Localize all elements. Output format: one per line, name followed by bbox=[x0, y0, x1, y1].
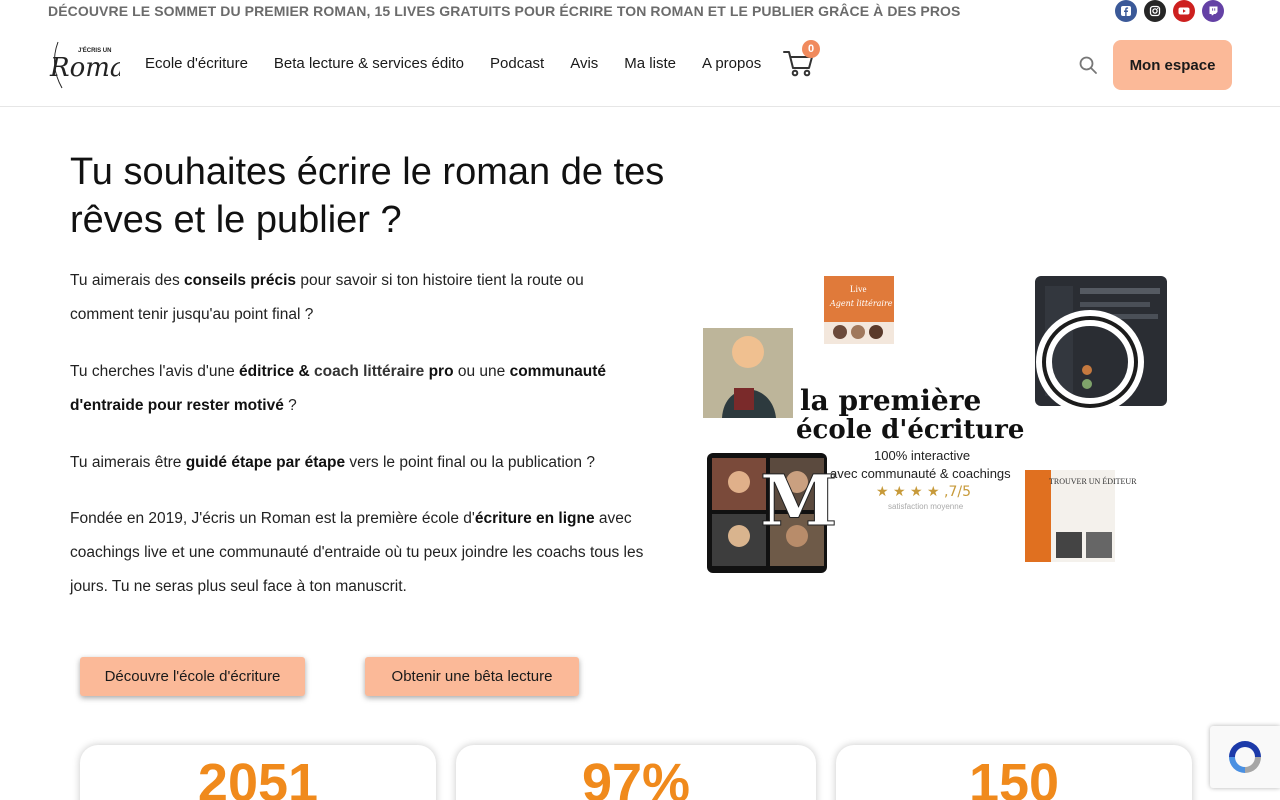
twitch-icon[interactable] bbox=[1202, 0, 1224, 22]
hero-paragraph-1: Tu aimerais des conseils précis pour sav… bbox=[70, 272, 584, 323]
coach-litteraire-link[interactable]: coach littéraire bbox=[314, 363, 424, 380]
youtube-icon[interactable] bbox=[1173, 0, 1195, 22]
collage-rating-label: satisfaction moyenne bbox=[888, 502, 964, 511]
nav-podcast[interactable]: Podcast bbox=[490, 55, 544, 72]
beta-reading-button[interactable]: Obtenir une bêta lecture bbox=[365, 657, 579, 696]
promo-collage: M TROUVER UN ÉDITEUR Live Agent littérai… bbox=[700, 270, 1180, 580]
stat-number: 2051 bbox=[197, 753, 319, 800]
account-button[interactable]: Mon espace bbox=[1113, 40, 1232, 90]
hero-paragraph-4: Fondée en 2019, J'écris un Roman est la … bbox=[70, 510, 644, 595]
discover-school-button[interactable]: Découvre l'école d'écriture bbox=[80, 657, 305, 696]
nav-ma-liste[interactable]: Ma liste bbox=[624, 55, 676, 72]
svg-text:Roman: Roman bbox=[49, 53, 120, 83]
collage-sub-2: avec communauté & coachings bbox=[830, 466, 1011, 481]
collage-rating: ★ ★ ★ ★ ,7/5 bbox=[876, 484, 971, 500]
stat-card-students: 2051 bbox=[80, 745, 436, 800]
hero-paragraph-3: Tu aimerais être guidé étape par étape v… bbox=[70, 454, 595, 471]
instagram-icon[interactable] bbox=[1144, 0, 1166, 22]
stat-number: 150 bbox=[968, 753, 1060, 800]
main-nav: Ecole d'écriture Beta lecture & services… bbox=[145, 55, 787, 72]
live-card-title: Agent littéraire bbox=[829, 299, 893, 308]
hero-paragraph-2: Tu cherches l'avis d'une éditrice & coac… bbox=[70, 363, 607, 414]
social-links bbox=[1115, 0, 1224, 22]
editor-card-title: TROUVER UN ÉDITEUR bbox=[1049, 476, 1137, 486]
stat-card-count: 150 bbox=[836, 745, 1192, 800]
nav-a-propos[interactable]: A propos bbox=[702, 55, 761, 72]
announcement-bar: DÉCOUVRE LE SOMMET DU PREMIER ROMAN, 15 … bbox=[0, 0, 1280, 24]
stat-card-satisfaction: 97% bbox=[456, 745, 816, 800]
cart-count-badge: 0 bbox=[802, 40, 820, 58]
nav-ecole-ecriture[interactable]: Ecole d'écriture bbox=[145, 55, 248, 72]
search-icon[interactable] bbox=[1078, 55, 1098, 75]
live-card-tag: Live bbox=[850, 284, 867, 294]
site-logo[interactable]: J'ÉCRIS UN Roman bbox=[48, 38, 142, 90]
collage-headline-2: école d'écriture bbox=[796, 415, 1024, 445]
collage-sub-1: 100% interactive bbox=[874, 448, 970, 463]
site-header: J'ÉCRIS UN Roman Ecole d'écriture Beta l… bbox=[0, 24, 1280, 107]
announcement-text[interactable]: DÉCOUVRE LE SOMMET DU PREMIER ROMAN, 15 … bbox=[48, 3, 960, 19]
recaptcha-badge[interactable] bbox=[1210, 726, 1280, 788]
recaptcha-icon bbox=[1229, 741, 1261, 773]
nav-beta-lecture[interactable]: Beta lecture & services édito bbox=[274, 55, 464, 72]
stat-number: 97% bbox=[581, 753, 691, 800]
collage-headline-1: la première bbox=[800, 384, 981, 417]
collage-graphic: M TROUVER UN ÉDITEUR Live Agent littérai… bbox=[703, 276, 1167, 573]
hero-title: Tu souhaites écrire le roman de tes rêve… bbox=[70, 151, 665, 241]
facebook-icon[interactable] bbox=[1115, 0, 1137, 22]
nav-avis[interactable]: Avis bbox=[570, 55, 598, 72]
svg-text:M: M bbox=[760, 459, 838, 542]
